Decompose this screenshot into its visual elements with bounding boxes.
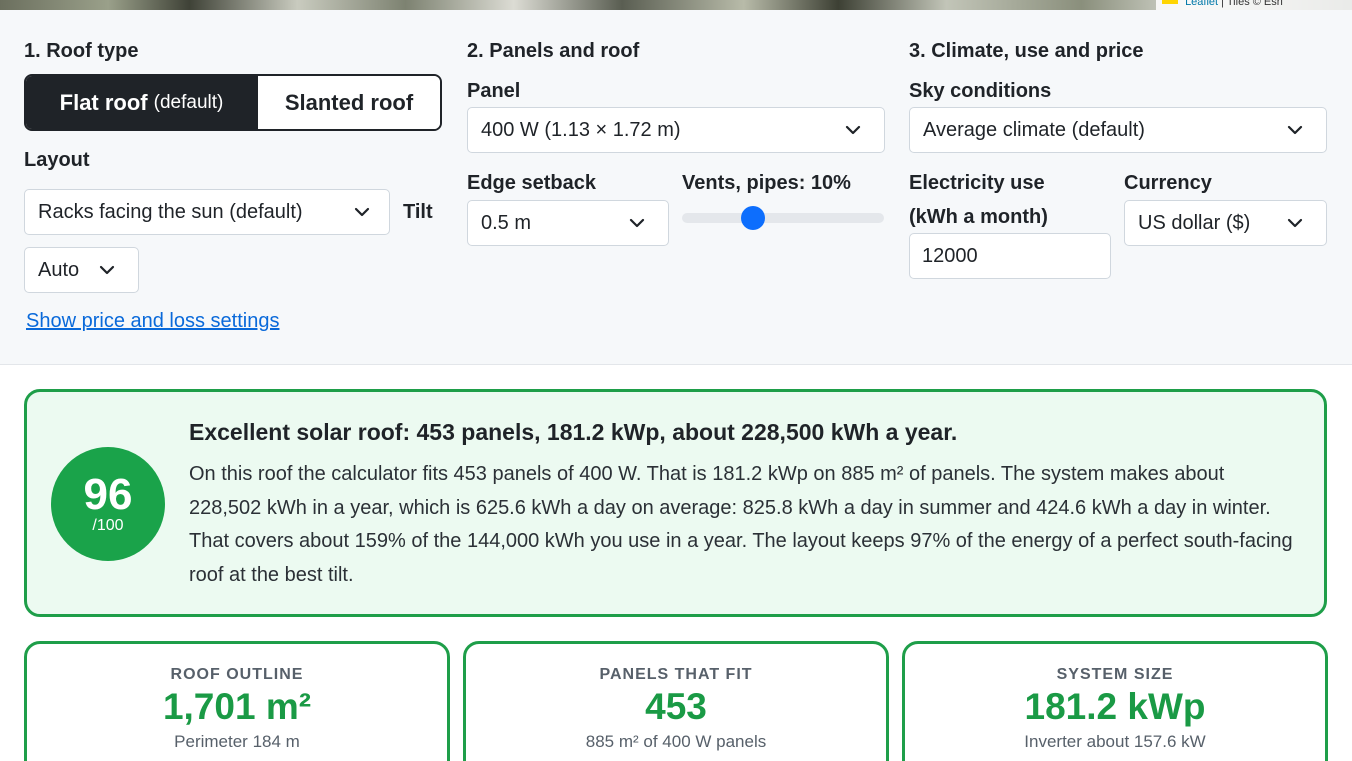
slider-thumb[interactable] xyxy=(741,206,765,230)
edge-setback-select[interactable]: 0.5 m xyxy=(467,200,669,246)
currency-value: US dollar ($) xyxy=(1138,211,1251,234)
sky-conditions-value: Average climate (default) xyxy=(923,118,1145,141)
score-max: /100 xyxy=(92,517,124,534)
card-caption: PANELS THAT FIT xyxy=(599,666,753,683)
map-attribution: Leaflet | Tiles © Esri xyxy=(1156,0,1352,10)
electricity-use-label: Electricity use xyxy=(909,172,1045,194)
roof-outline-card: ROOF OUTLINE 1,701 m² Perimeter 184 m xyxy=(24,641,450,761)
tilt-label: Tilt xyxy=(403,201,433,223)
result-summary: 96 /100 Excellent solar roof: 453 panels… xyxy=(24,389,1327,617)
card-value: 1,701 m² xyxy=(162,686,312,727)
flat-roof-button[interactable]: Flat roof (default) xyxy=(26,76,257,129)
layout-select[interactable]: Racks facing the sun (default) xyxy=(24,189,390,235)
score-value: 96 xyxy=(83,470,133,519)
electricity-use-input[interactable] xyxy=(909,233,1111,279)
summary-body: On this roof the calculator fits 453 pan… xyxy=(189,463,1293,586)
card-value: 181.2 kWp xyxy=(1024,686,1206,727)
chevron-down-icon xyxy=(845,125,861,135)
currency-label: Currency xyxy=(1124,172,1212,194)
edge-setback-label: Edge setback xyxy=(467,172,596,194)
card-subtext: Perimeter 184 m xyxy=(174,732,300,751)
chevron-down-icon xyxy=(1287,218,1303,228)
sky-conditions-select[interactable]: Average climate (default) xyxy=(909,107,1327,153)
layout-value: Racks facing the sun (default) xyxy=(38,200,303,223)
ukraine-flag-icon xyxy=(1162,0,1178,4)
tiles-attribution: | Tiles © Esri xyxy=(1221,0,1283,8)
panel-label: Panel xyxy=(467,80,521,102)
roof-type-toggle: Flat roof (default) Slanted roof xyxy=(24,74,442,131)
climate-use-price-title: 3. Climate, use and price xyxy=(909,40,1144,62)
chevron-down-icon xyxy=(99,265,115,275)
chevron-down-icon xyxy=(354,207,370,217)
vents-pipes-slider[interactable] xyxy=(682,206,884,230)
slider-track xyxy=(682,213,884,223)
roof-type-title: 1. Roof type xyxy=(24,40,139,62)
map-view[interactable] xyxy=(0,0,1352,10)
tilt-select[interactable]: Auto xyxy=(24,247,139,293)
panels-fit-card: PANELS THAT FIT 453 885 m² of 400 W pane… xyxy=(463,641,889,761)
electricity-use-unit-label: (kWh a month) xyxy=(909,206,1048,228)
card-caption: ROOF OUTLINE xyxy=(170,666,304,683)
score-badge: 96 /100 xyxy=(51,447,165,561)
chevron-down-icon xyxy=(1287,125,1303,135)
system-size-card: SYSTEM SIZE 181.2 kWp Inverter about 157… xyxy=(902,641,1328,761)
card-subtext: 885 m² of 400 W panels xyxy=(585,732,767,751)
panels-roof-title: 2. Panels and roof xyxy=(467,40,640,62)
flat-roof-default-note: (default) xyxy=(153,91,224,113)
panel-value: 400 W (1.13 × 1.72 m) xyxy=(481,118,681,141)
leaflet-link[interactable]: Leaflet xyxy=(1185,0,1218,8)
summary-headline: Excellent solar roof: 453 panels, 181.2 … xyxy=(189,419,958,445)
card-subtext: Inverter about 157.6 kW xyxy=(1024,732,1206,751)
settings-panel: 1. Roof type Flat roof (default) Slanted… xyxy=(0,10,1352,365)
edge-setback-value: 0.5 m xyxy=(481,211,532,234)
layout-label: Layout xyxy=(24,149,90,171)
card-caption: SYSTEM SIZE xyxy=(1056,666,1174,683)
card-value: 453 xyxy=(645,686,707,727)
sky-conditions-label: Sky conditions xyxy=(909,80,1052,102)
slanted-roof-button[interactable]: Slanted roof xyxy=(257,76,440,129)
currency-select[interactable]: US dollar ($) xyxy=(1124,200,1327,246)
show-price-loss-settings-link[interactable]: Show price and loss settings xyxy=(26,310,279,333)
vents-pipes-label: Vents, pipes: 10% xyxy=(682,172,851,194)
tilt-value: Auto xyxy=(38,258,80,281)
flat-roof-label: Flat roof xyxy=(59,89,148,115)
chevron-down-icon xyxy=(629,218,645,228)
panel-select[interactable]: 400 W (1.13 × 1.72 m) xyxy=(467,107,885,153)
